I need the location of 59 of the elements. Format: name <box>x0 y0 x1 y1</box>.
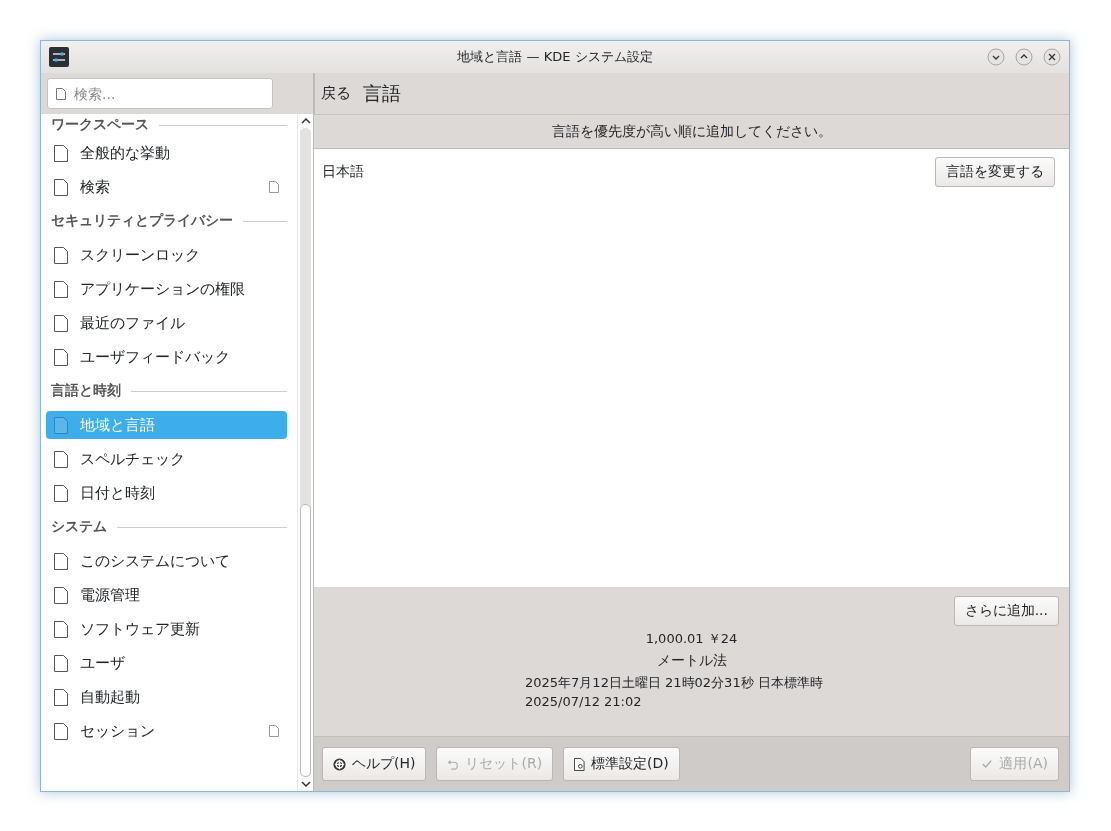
section-heading: システム <box>51 518 107 536</box>
maximize-button[interactable] <box>1015 48 1033 66</box>
format-preview: 1,000.01 ￥24 <box>645 630 738 648</box>
scroll-up-icon[interactable] <box>300 117 311 125</box>
sidebar-item[interactable]: スクリーンロック <box>46 238 287 272</box>
section-heading: 言語と時刻 <box>51 382 121 400</box>
undo-icon <box>447 758 460 770</box>
scroll-down-icon[interactable] <box>300 780 311 788</box>
checkmark-icon <box>981 758 994 770</box>
format-preview: 2025年7月12日土曜日 21時02分31秒 日本標準時 <box>525 674 823 692</box>
sidebar-item[interactable]: ユーザフィードバック <box>46 340 287 374</box>
sidebar-item[interactable]: ユーザ <box>46 646 287 680</box>
close-button[interactable] <box>1043 48 1061 66</box>
document-icon <box>56 88 66 100</box>
sliders-icon[interactable] <box>49 47 69 67</box>
sidebar-item[interactable]: このシステムについて <box>46 544 287 578</box>
sidebar-item[interactable]: 最近のファイル <box>46 306 287 340</box>
document-icon <box>54 144 68 162</box>
document-icon <box>54 314 68 332</box>
back-link[interactable]: 戻る <box>321 84 351 103</box>
sidebar-item[interactable]: アプリケーションの権限 <box>46 272 287 306</box>
format-preview: 2025/07/12 21:02 <box>525 694 642 709</box>
sidebar-item[interactable]: スペルチェック <box>46 442 287 476</box>
search-field[interactable]: 検索... <box>47 78 273 109</box>
add-more-button[interactable]: さらに追加... <box>953 596 1059 626</box>
document-icon <box>54 246 68 264</box>
document-icon <box>54 552 68 570</box>
document-icon <box>54 416 68 434</box>
defaults-button[interactable]: 標準設定(D) <box>563 747 680 781</box>
document-icon <box>54 178 68 196</box>
scrollbar[interactable] <box>297 114 313 791</box>
help-button[interactable]: ヘルプ(H) <box>322 747 427 781</box>
sidebar-item[interactable]: 全般的な挙動 <box>46 136 287 170</box>
language-name: 日本語 <box>322 163 364 181</box>
window-title: 地域と言語 — KDE システム設定 <box>457 48 653 66</box>
format-preview: メートル法 <box>656 652 727 670</box>
sidebar-item[interactable]: 自動起動 <box>46 680 287 714</box>
sidebar-item[interactable]: 検索 <box>46 170 287 204</box>
section-heading: ワークスペース <box>51 116 149 134</box>
document-icon <box>54 586 68 604</box>
sidebar-item[interactable]: セッション <box>46 714 287 748</box>
document-icon <box>54 348 68 366</box>
document-icon <box>54 722 68 740</box>
minimize-button[interactable] <box>987 48 1005 66</box>
sidebar-item[interactable]: 電源管理 <box>46 578 287 612</box>
document-icon <box>574 757 586 771</box>
document-icon <box>54 620 68 638</box>
sidebar-item[interactable]: ソフトウェア更新 <box>46 612 287 646</box>
scroll-thumb[interactable] <box>300 504 311 777</box>
section-heading: セキュリティとプライバシー <box>51 212 233 230</box>
document-icon <box>54 280 68 298</box>
lifebuoy-icon <box>333 757 346 771</box>
change-language-button[interactable]: 言語を変更する <box>935 157 1055 187</box>
sidebar-item[interactable]: 日付と時刻 <box>46 476 287 510</box>
document-icon <box>54 484 68 502</box>
page-title: 言語 <box>363 80 401 106</box>
document-icon <box>54 654 68 672</box>
document-icon <box>54 450 68 468</box>
document-icon <box>54 688 68 706</box>
